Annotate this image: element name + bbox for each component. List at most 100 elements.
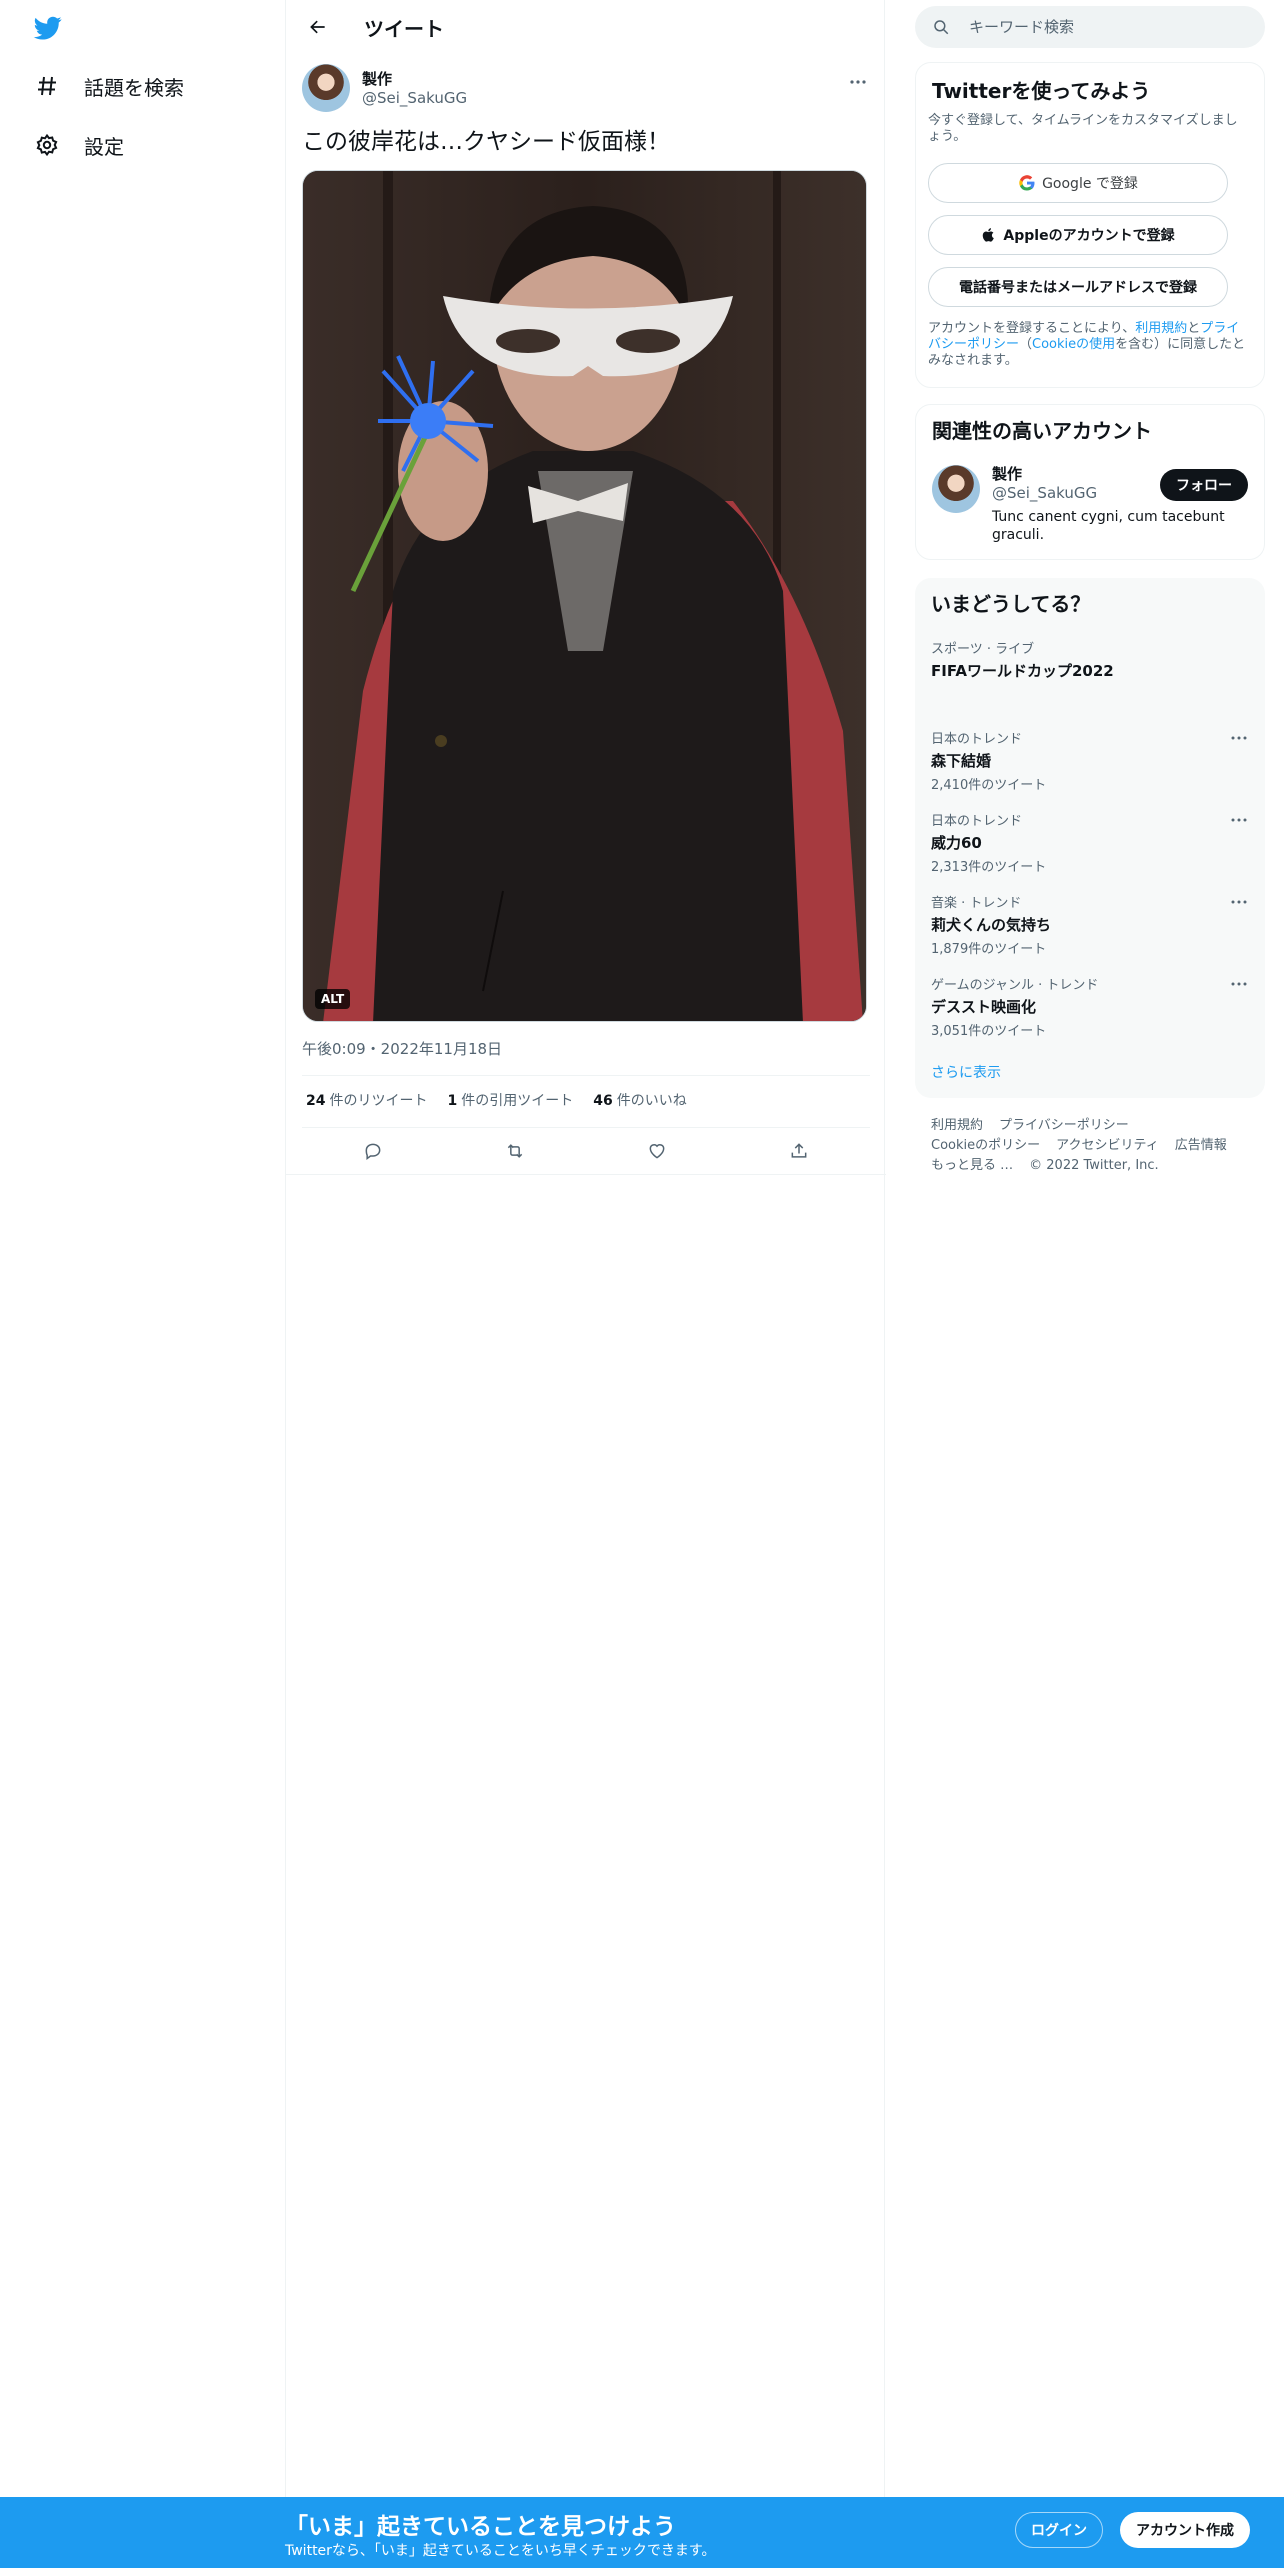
retweet-icon[interactable] <box>498 1134 532 1168</box>
trend-name: FIFAワールドカップ2022 <box>931 662 1114 680</box>
nav-settings[interactable]: 設定 <box>34 125 124 165</box>
photo-illustration <box>303 171 866 1021</box>
banner-subtext: Twitterなら、「いま」起きていることをいち早くチェックできます。 <box>285 2543 716 2559</box>
trend-name: デススト映画化 <box>931 998 1037 1016</box>
avatar[interactable] <box>932 465 980 513</box>
author-handle[interactable]: @Sei_SakuGG <box>362 89 467 107</box>
trend-name: 莉犬くんの気持ち <box>931 916 1052 934</box>
trends-panel: いまどうしてる？ スポーツ · ライブ FIFAワールドカップ2022 日本のト… <box>915 578 1265 1098</box>
footer-accessibility[interactable]: アクセシビリティ <box>1056 1138 1159 1153</box>
trend-item[interactable]: 日本のトレンド 森下結婚 2,410件のツイート <box>931 728 1249 793</box>
footer-more[interactable]: もっと見る … <box>931 1158 1013 1173</box>
more-options-icon[interactable] <box>1229 728 1249 748</box>
footer-cookie[interactable]: Cookieのポリシー <box>931 1138 1040 1153</box>
login-button[interactable]: ログイン <box>1015 2512 1103 2548</box>
related-title: 関連性の高いアカウント <box>932 419 1152 443</box>
related-name[interactable]: 製作 <box>992 463 1022 484</box>
likes-label: 件のいいね <box>616 1093 687 1109</box>
alt-badge[interactable]: ALT <box>315 989 351 1009</box>
footer-terms[interactable]: 利用規約 <box>931 1118 983 1133</box>
apple-icon <box>981 226 1003 244</box>
signup-legal: アカウントを登録することにより、利用規約とプライバシーポリシー（Cookieの使… <box>928 321 1250 369</box>
apple-signup-label: Appleのアカウントで登録 <box>1003 228 1175 244</box>
google-signup-button[interactable]: Google で登録 <box>928 163 1228 203</box>
search-input[interactable] <box>969 18 1239 36</box>
tweet-header: ツイート <box>286 0 886 54</box>
signup-title: Twitterを使ってみよう <box>932 79 1151 103</box>
cookie-link[interactable]: Cookieの使用 <box>1032 337 1115 352</box>
gear-icon <box>34 132 60 158</box>
twitter-logo-icon[interactable] <box>32 14 64 42</box>
main-column: ツイート 製作 @Sei_SakuGG この彼岸花は…クヤシード仮面様！ ALT… <box>285 0 886 2500</box>
terms-link[interactable]: 利用規約 <box>1135 321 1187 336</box>
quotes-count: 1 <box>447 1093 458 1109</box>
trend-name: 森下結婚 <box>931 752 992 770</box>
trend-category: 日本のトレンド <box>931 814 1023 829</box>
trend-count: 3,051件のツイート <box>931 1024 1047 1039</box>
more-options-icon[interactable] <box>1229 974 1249 994</box>
back-arrow-icon[interactable] <box>300 9 336 45</box>
footer-ads[interactable]: 広告情報 <box>1175 1138 1227 1153</box>
trend-item[interactable]: スポーツ · ライブ FIFAワールドカップ2022 <box>931 638 1249 684</box>
trend-item[interactable]: ゲームのジャンル · トレンド デススト映画化 3,051件のツイート <box>931 974 1249 1039</box>
show-more-link[interactable]: さらに表示 <box>931 1062 1001 1082</box>
legal-paren: （ <box>1019 337 1033 352</box>
author-name[interactable]: 製作 <box>362 68 392 89</box>
google-icon <box>1018 174 1042 192</box>
divider <box>286 1174 886 1175</box>
retweets-label: 件のリツイート <box>329 1093 428 1109</box>
trend-name: 威力60 <box>931 834 982 852</box>
legal-prefix: アカウントを登録することにより、 <box>928 321 1136 336</box>
related-handle[interactable]: @Sei_SakuGG <box>992 484 1097 502</box>
trends-title: いまどうしてる？ <box>931 592 1091 616</box>
divider <box>302 1127 870 1128</box>
apple-signup-button[interactable]: Appleのアカウントで登録 <box>928 215 1228 255</box>
like-icon[interactable] <box>640 1134 674 1168</box>
nav-explore-label: 話題を検索 <box>84 75 184 100</box>
trend-category: 日本のトレンド <box>931 732 1023 747</box>
tweet-author: 製作 @Sei_SakuGG <box>302 64 870 114</box>
create-account-button[interactable]: アカウント作成 <box>1120 2512 1250 2548</box>
phone-email-signup-label: 電話番号またはメールアドレスで登録 <box>959 280 1197 296</box>
footer-copyright: © 2022 Twitter, Inc. <box>1029 1158 1159 1173</box>
search-box[interactable] <box>915 6 1265 48</box>
search-icon <box>931 17 951 37</box>
tweet-actions <box>302 1136 870 1166</box>
reply-icon[interactable] <box>356 1134 390 1168</box>
share-icon[interactable] <box>782 1134 816 1168</box>
more-options-icon[interactable] <box>846 70 870 94</box>
trend-count: 1,879件のツイート <box>931 942 1047 957</box>
tweet-stats: 24 件のリツイート 1 件の引用ツイート 46 件のいいね <box>306 1090 707 1110</box>
trend-item[interactable]: 音楽 · トレンド 莉犬くんの気持ち 1,879件のツイート <box>931 892 1249 957</box>
more-options-icon[interactable] <box>1229 892 1249 912</box>
likes-count: 46 <box>593 1093 613 1109</box>
legal-and: と <box>1187 321 1201 336</box>
google-signup-label: Google で登録 <box>1042 176 1138 192</box>
signup-card: Twitterを使ってみよう 今すぐ登録して、タイムラインをカスタマイズしましょ… <box>915 62 1265 388</box>
trend-item[interactable]: 日本のトレンド 威力60 2,313件のツイート <box>931 810 1249 875</box>
nav-settings-label: 設定 <box>84 134 124 159</box>
footer-links: 利用規約 プライバシーポリシー Cookieのポリシー アクセシビリティ 広告情報 も… <box>931 1116 1251 1176</box>
follow-button[interactable]: フォロー <box>1160 469 1248 501</box>
nav-explore[interactable]: 話題を検索 <box>34 66 184 106</box>
divider <box>302 1075 870 1076</box>
tweet-text: この彼岸花は…クヤシード仮面様！ <box>302 129 670 155</box>
hashtag-icon <box>34 73 60 99</box>
likes-stat[interactable]: 46 件のいいね <box>593 1090 686 1110</box>
trend-category: 音楽 · トレンド <box>931 896 1022 911</box>
trend-category: スポーツ · ライブ <box>931 642 1035 657</box>
more-options-icon[interactable] <box>1229 810 1249 830</box>
tweet-timestamp[interactable]: 午後0:09・2022年11月18日 <box>302 1038 502 1059</box>
banner-headline: 「いま」起きていることを見つけよう <box>285 2514 676 2540</box>
quotes-stat[interactable]: 1 件の引用ツイート <box>447 1090 573 1110</box>
related-bio: Tunc canent cygni, cum tacebunt graculi. <box>992 509 1225 543</box>
retweets-count: 24 <box>306 1093 326 1109</box>
avatar[interactable] <box>302 64 350 112</box>
tweet-photo[interactable]: ALT <box>302 170 867 1022</box>
signup-banner: 「いま」起きていることを見つけよう Twitterなら、「いま」起きていることを… <box>0 2497 1284 2568</box>
trend-category: ゲームのジャンル · トレンド <box>931 978 1099 993</box>
trend-count: 2,410件のツイート <box>931 778 1047 793</box>
footer-privacy[interactable]: プライバシーポリシー <box>999 1118 1129 1133</box>
retweets-stat[interactable]: 24 件のリツイート <box>306 1090 427 1110</box>
phone-email-signup-button[interactable]: 電話番号またはメールアドレスで登録 <box>928 267 1228 307</box>
